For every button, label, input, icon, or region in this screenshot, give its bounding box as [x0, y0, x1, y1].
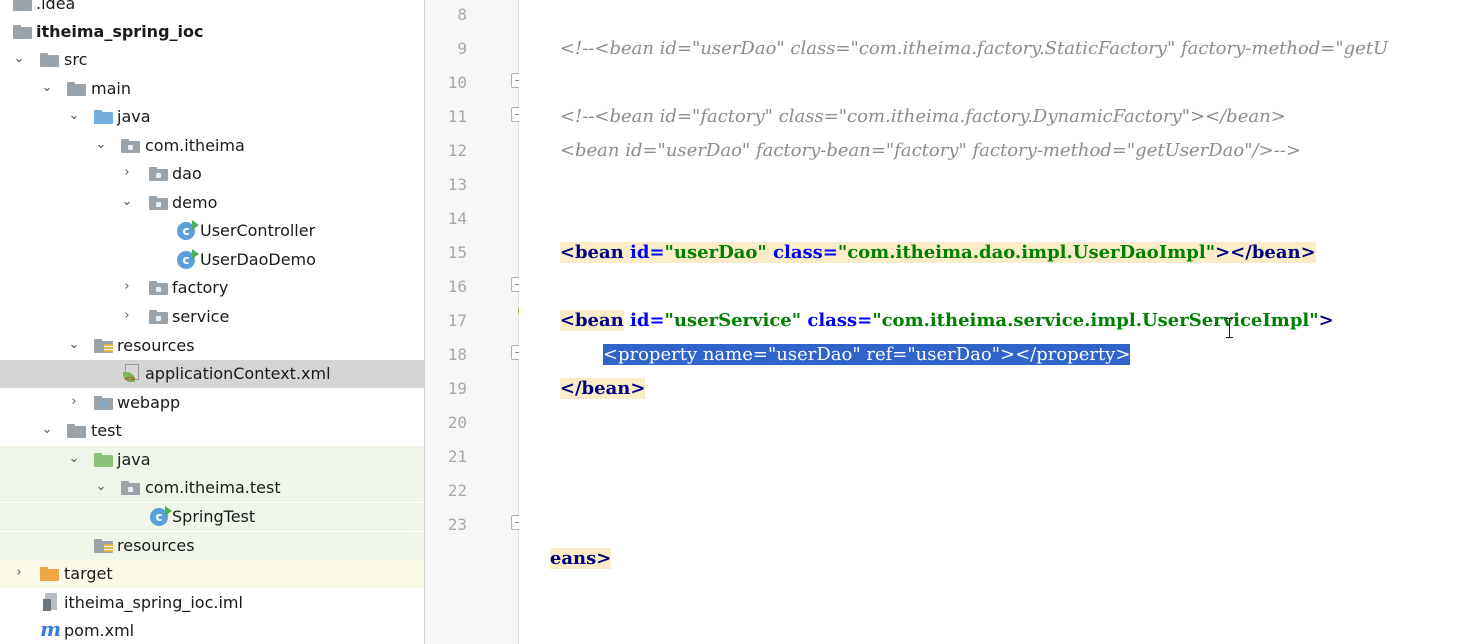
line-number: 21 [447, 447, 467, 466]
folder-icon [67, 81, 87, 97]
chevron-down-icon[interactable]: ⌄ [67, 108, 81, 124]
package-icon [121, 480, 141, 496]
maven-icon: m [40, 617, 62, 641]
line-number: 8 [457, 5, 467, 24]
line-number: 13 [447, 175, 467, 194]
highlighted-bean-element: <bean id="userDao" class="com.itheima.da… [559, 242, 1316, 263]
tree-item-pom[interactable]: m pom.xml [0, 617, 424, 644]
web-folder-icon [94, 395, 114, 411]
chevron-down-icon[interactable]: ⌄ [67, 451, 81, 467]
line-number: 17 [447, 311, 467, 330]
module-folder-icon [13, 24, 33, 40]
code-line-11: <bean id="userDao" factory-bean="factory… [559, 140, 1301, 161]
chevron-right-icon[interactable]: › [120, 165, 134, 181]
resources-folder-icon [94, 338, 114, 354]
line-number: 10 [447, 73, 467, 92]
package-icon [149, 309, 169, 325]
text-cursor-icon [1224, 318, 1236, 338]
tree-item-userdaodemo[interactable]: c UserDaoDemo [0, 246, 424, 274]
tree-item-module-root[interactable]: itheima_spring_ioc [0, 18, 424, 46]
runnable-class-icon: c [177, 249, 199, 269]
chevron-down-icon[interactable]: ⌄ [12, 51, 26, 67]
code-line-17: <property name="userDao" ref="userDao"><… [580, 304, 1459, 365]
tree-item-webapp[interactable]: › webapp [0, 389, 424, 417]
runnable-class-icon: c [177, 220, 199, 240]
editor-gutter: 8 9 10 11 12 13 14 15 16 17 18 19 20 21 … [425, 0, 526, 644]
line-number: 9 [457, 39, 467, 58]
chevron-down-icon[interactable]: ⌄ [94, 479, 108, 495]
chevron-right-icon[interactable]: › [120, 279, 134, 295]
spring-xml-file-icon: <> [123, 364, 139, 383]
tree-item-usercontroller[interactable]: c UserController [0, 217, 424, 245]
test-resources-folder-icon [94, 538, 114, 554]
tree-item-idea[interactable]: .idea [0, 0, 424, 18]
chevron-right-icon[interactable]: › [12, 565, 26, 581]
folder-icon [67, 423, 87, 439]
tree-item-demo[interactable]: ⌄ demo [0, 189, 424, 217]
excluded-folder-icon [40, 566, 60, 582]
line-number: 16 [447, 277, 467, 296]
package-icon [121, 138, 141, 154]
line-number: 14 [447, 209, 467, 228]
folder-icon [40, 52, 60, 68]
package-icon [149, 195, 169, 211]
tree-item-test-resources[interactable]: resources [0, 532, 424, 560]
iml-file-icon [43, 593, 59, 612]
chevron-down-icon[interactable]: ⌄ [40, 80, 54, 96]
line-number: 18 [447, 345, 467, 364]
code-line-10: <!--<bean id="factory" class="com.itheim… [559, 106, 1286, 127]
tree-item-iml[interactable]: itheima_spring_ioc.iml [0, 589, 424, 617]
chevron-down-icon[interactable]: ⌄ [120, 194, 134, 210]
tree-item-dao[interactable]: › dao [0, 160, 424, 188]
chevron-right-icon[interactable]: › [67, 394, 81, 410]
chevron-down-icon[interactable]: ⌄ [40, 422, 54, 438]
line-number: 11 [447, 107, 467, 126]
tree-item-src[interactable]: ⌄ src [0, 46, 424, 74]
code-line-18: </bean> [559, 378, 646, 399]
folder-icon [13, 0, 33, 12]
line-number: 23 [447, 515, 467, 534]
chevron-down-icon[interactable]: ⌄ [94, 137, 108, 153]
tree-item-test-java[interactable]: ⌄ java [0, 446, 424, 474]
package-icon [149, 280, 169, 296]
code-line-16: <bean id="userService" class="com.itheim… [559, 310, 1334, 331]
line-number: 19 [447, 379, 467, 398]
tree-item-springtest[interactable]: c SpringTest [0, 503, 424, 531]
package-icon [149, 166, 169, 182]
tree-item-java[interactable]: ⌄ java [0, 103, 424, 131]
runnable-class-icon: c [150, 506, 172, 526]
test-source-folder-icon [94, 452, 114, 468]
tree-item-com-itheima-test[interactable]: ⌄ com.itheima.test [0, 474, 424, 502]
tree-item-applicationcontext-selected[interactable]: <> applicationContext.xml [0, 360, 424, 388]
chevron-right-icon[interactable]: › [120, 308, 134, 324]
chevron-down-icon[interactable]: ⌄ [67, 337, 81, 353]
source-folder-icon [94, 109, 114, 125]
tree-item-target[interactable]: › target [0, 560, 424, 588]
tree-item-service[interactable]: › service [0, 303, 424, 331]
project-tree: .idea itheima_spring_ioc ⌄ src ⌄ main ⌄ … [0, 0, 425, 644]
code-line-8: <!--<bean id="userDao" class="com.itheim… [559, 38, 1389, 59]
code-line-14: <bean id="userDao" class="com.itheima.da… [537, 202, 1459, 263]
tree-item-factory[interactable]: › factory [0, 274, 424, 302]
tree-item-main[interactable]: ⌄ main [0, 75, 424, 103]
line-number: 22 [447, 481, 467, 500]
code-editor[interactable]: <!--<bean id="userDao" class="com.itheim… [519, 0, 1459, 644]
code-line-23: eans> [549, 548, 612, 569]
line-number: 12 [447, 141, 467, 160]
tree-item-com-itheima[interactable]: ⌄ com.itheima [0, 132, 424, 160]
tree-item-resources[interactable]: ⌄ resources [0, 332, 424, 360]
line-number: 20 [447, 413, 467, 432]
tree-item-test[interactable]: ⌄ test [0, 417, 424, 445]
line-number: 15 [447, 243, 467, 262]
